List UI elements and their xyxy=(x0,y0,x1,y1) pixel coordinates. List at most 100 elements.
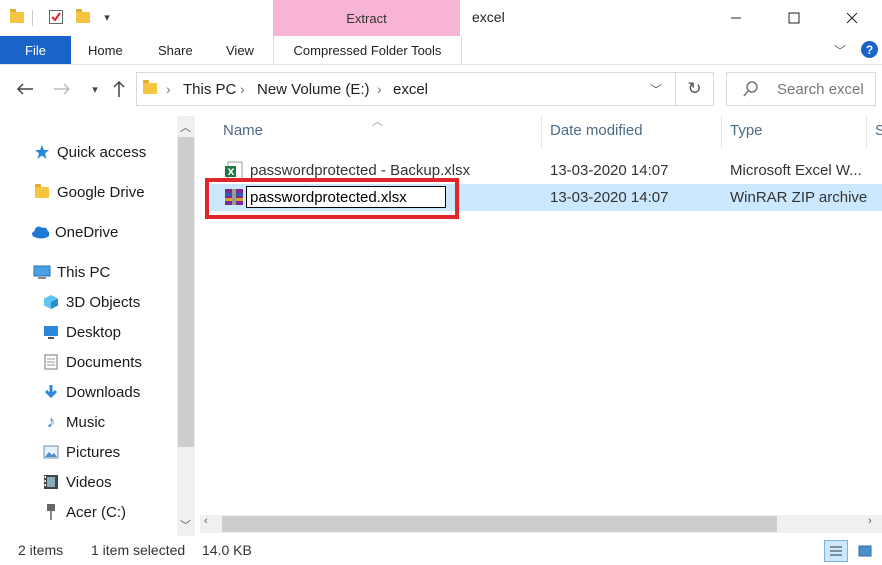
picture-icon xyxy=(42,443,60,461)
column-header-size[interactable]: S xyxy=(875,122,882,144)
tab-home[interactable]: Home xyxy=(88,36,123,64)
nav-item-label: Videos xyxy=(66,473,112,491)
nav-item-label: Downloads xyxy=(66,383,141,401)
drive-icon xyxy=(42,503,60,521)
nav-item-documents[interactable]: Documents xyxy=(42,347,142,377)
cloud-icon xyxy=(31,223,49,241)
chevron-right-icon[interactable]: › xyxy=(166,81,171,97)
nav-item-downloads[interactable]: Downloads xyxy=(42,377,140,407)
nav-item-label: Desktop xyxy=(66,323,122,341)
file-type: WinRAR ZIP archive xyxy=(730,188,868,206)
nav-item-desktop[interactable]: Desktop xyxy=(42,317,121,347)
up-arrow-icon xyxy=(113,80,125,97)
nav-item-music[interactable]: ♪ Music xyxy=(42,407,105,437)
properties-check-icon[interactable] xyxy=(47,8,65,26)
nav-item-pictures[interactable]: Pictures xyxy=(42,437,120,467)
breadcrumb-this-pc[interactable]: This PC xyxy=(183,81,236,98)
item-count: 2 items xyxy=(18,542,64,558)
column-divider[interactable] xyxy=(866,116,867,148)
nav-item-label: This PC xyxy=(57,263,111,281)
desktop-icon xyxy=(42,323,60,341)
nav-item-videos[interactable]: Videos xyxy=(42,467,112,497)
highlight-box xyxy=(205,178,459,219)
close-icon xyxy=(846,12,858,24)
column-divider[interactable] xyxy=(541,116,542,148)
help-icon[interactable]: ? xyxy=(861,41,878,58)
recent-locations-button[interactable]: ▾ xyxy=(84,78,106,100)
file-date-modified: 13-03-2020 14:07 xyxy=(550,161,669,179)
scroll-down-icon[interactable]: ﹀ xyxy=(180,517,191,533)
up-button[interactable] xyxy=(108,78,130,100)
computer-icon xyxy=(33,263,51,281)
nav-item-3d-objects[interactable]: 3D Objects xyxy=(42,287,140,317)
back-arrow-icon xyxy=(16,83,33,95)
scroll-right-icon[interactable]: › xyxy=(868,515,872,527)
scroll-left-icon[interactable]: ‹ xyxy=(204,515,208,527)
close-button[interactable] xyxy=(823,0,881,36)
sort-ascending-icon: ︿ xyxy=(372,116,383,128)
forward-button[interactable] xyxy=(51,78,73,100)
refresh-icon: ↻ xyxy=(687,79,702,98)
large-icons-view-icon xyxy=(858,545,872,557)
column-divider[interactable] xyxy=(721,116,722,148)
folder-icon xyxy=(8,8,26,26)
folder-icon xyxy=(143,80,157,94)
tab-view[interactable]: View xyxy=(226,36,254,64)
svg-text:X: X xyxy=(228,168,235,178)
nav-item-label: Music xyxy=(66,413,106,431)
column-header-name[interactable]: Name xyxy=(223,122,263,144)
maximize-button[interactable] xyxy=(765,0,823,36)
selection-count: 1 item selected xyxy=(91,542,186,558)
column-header-date-modified[interactable]: Date modified xyxy=(550,122,643,144)
document-icon xyxy=(42,353,60,371)
scrollbar-thumb[interactable] xyxy=(222,516,777,532)
forward-arrow-icon xyxy=(54,83,71,95)
file-date-modified: 13-03-2020 14:07 xyxy=(550,188,669,206)
selection-size: 14.0 KB xyxy=(202,542,252,558)
nav-item-onedrive[interactable]: OneDrive xyxy=(31,217,118,247)
back-button[interactable] xyxy=(14,78,36,100)
tab-file[interactable]: File xyxy=(0,36,71,64)
maximize-icon xyxy=(788,12,800,24)
nav-item-label: 3D Objects xyxy=(66,293,141,311)
address-dropdown-icon[interactable]: ﹀ xyxy=(650,81,662,98)
chevron-right-icon[interactable]: › xyxy=(377,81,382,97)
nav-item-label: Quick access xyxy=(57,143,147,161)
details-view-button[interactable] xyxy=(824,540,848,562)
nav-item-acer-c[interactable]: Acer (C:) xyxy=(42,497,126,527)
tab-compressed-folder-tools[interactable]: Compressed Folder Tools xyxy=(273,36,462,64)
scrollbar-thumb[interactable] xyxy=(178,137,194,447)
minimize-button[interactable] xyxy=(707,0,765,36)
nav-item-quick-access[interactable]: Quick access xyxy=(33,137,146,167)
download-icon xyxy=(42,383,60,401)
large-icons-view-button[interactable] xyxy=(853,540,877,562)
column-header-type[interactable]: Type xyxy=(730,122,763,144)
tab-share[interactable]: Share xyxy=(158,36,193,64)
nav-item-label: Google Drive xyxy=(57,183,145,201)
minimize-icon xyxy=(731,17,741,19)
search-placeholder: Search excel xyxy=(777,81,864,98)
nav-item-label: Documents xyxy=(66,353,142,371)
nav-item-label: Pictures xyxy=(66,443,121,461)
file-type: Microsoft Excel W... xyxy=(730,161,862,179)
video-icon xyxy=(42,473,60,491)
nav-item-google-drive[interactable]: Google Drive xyxy=(33,177,145,207)
breadcrumb-excel[interactable]: excel xyxy=(393,81,428,98)
nav-item-label: Acer (C:) xyxy=(66,503,126,521)
nav-item-this-pc[interactable]: This PC xyxy=(33,257,110,287)
music-icon: ♪ xyxy=(46,412,56,431)
refresh-button[interactable]: ↻ xyxy=(676,72,714,106)
breadcrumb-new-volume[interactable]: New Volume (E:) xyxy=(257,81,370,98)
nav-item-label: OneDrive xyxy=(55,223,119,241)
context-group-label[interactable]: Extract xyxy=(273,11,460,26)
search-icon xyxy=(742,80,760,101)
ribbon-expand-icon[interactable]: ﹀ xyxy=(834,42,846,59)
cube-icon xyxy=(42,293,60,311)
divider xyxy=(32,10,33,26)
new-folder-icon[interactable] xyxy=(74,8,92,26)
chevron-right-icon[interactable]: › xyxy=(240,81,245,97)
scroll-up-icon[interactable]: ︿ xyxy=(180,119,191,135)
folder-icon xyxy=(33,183,51,201)
customize-qat-icon[interactable]: ▾ xyxy=(98,8,116,26)
details-view-icon xyxy=(830,546,842,556)
